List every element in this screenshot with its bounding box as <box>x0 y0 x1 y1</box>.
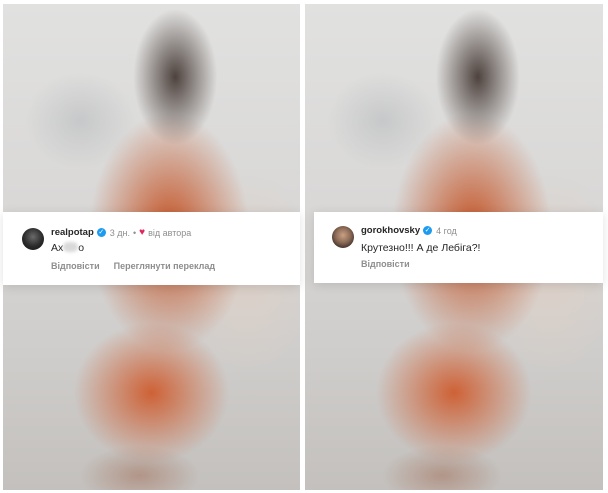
username[interactable]: realpotap <box>51 227 94 238</box>
comment-text: Ах о <box>51 242 84 254</box>
comment-header: gorokhovsky ✓ 4 год <box>361 225 457 236</box>
reply-link[interactable]: Відповісти <box>361 259 410 269</box>
avatar[interactable] <box>22 228 44 250</box>
see-translation-link[interactable]: Переглянути переклад <box>114 261 215 271</box>
liked-by-author-label: від автора <box>148 227 192 238</box>
comment-actions: Відповісти Переглянути переклад <box>51 261 215 271</box>
separator-dot: • <box>133 227 137 238</box>
censored-word-blur <box>63 242 79 252</box>
avatar[interactable] <box>332 226 354 248</box>
verified-badge-icon: ✓ <box>96 228 106 237</box>
comment-time: 4 год <box>436 225 457 236</box>
comment-text-end: о <box>78 242 85 254</box>
username[interactable]: gorokhovsky <box>361 225 420 236</box>
comment-actions: Відповісти <box>361 259 410 269</box>
heart-icon: ♥ <box>139 227 146 238</box>
verified-badge-icon: ✓ <box>423 226 433 235</box>
comment-card-left: realpotap ✓ 3 дн. • ♥ від автора Ах о Від… <box>3 212 300 285</box>
comment-header: realpotap ✓ 3 дн. • ♥ від автора <box>51 227 191 238</box>
reply-link[interactable]: Відповісти <box>51 261 100 271</box>
comment-text: Крутезно!!! А де Лебіга?! <box>361 242 481 254</box>
comment-time: 3 дн. <box>109 227 130 238</box>
comment-text-start: Ах <box>51 242 64 254</box>
comment-card-right: gorokhovsky ✓ 4 год Крутезно!!! А де Леб… <box>314 212 603 283</box>
